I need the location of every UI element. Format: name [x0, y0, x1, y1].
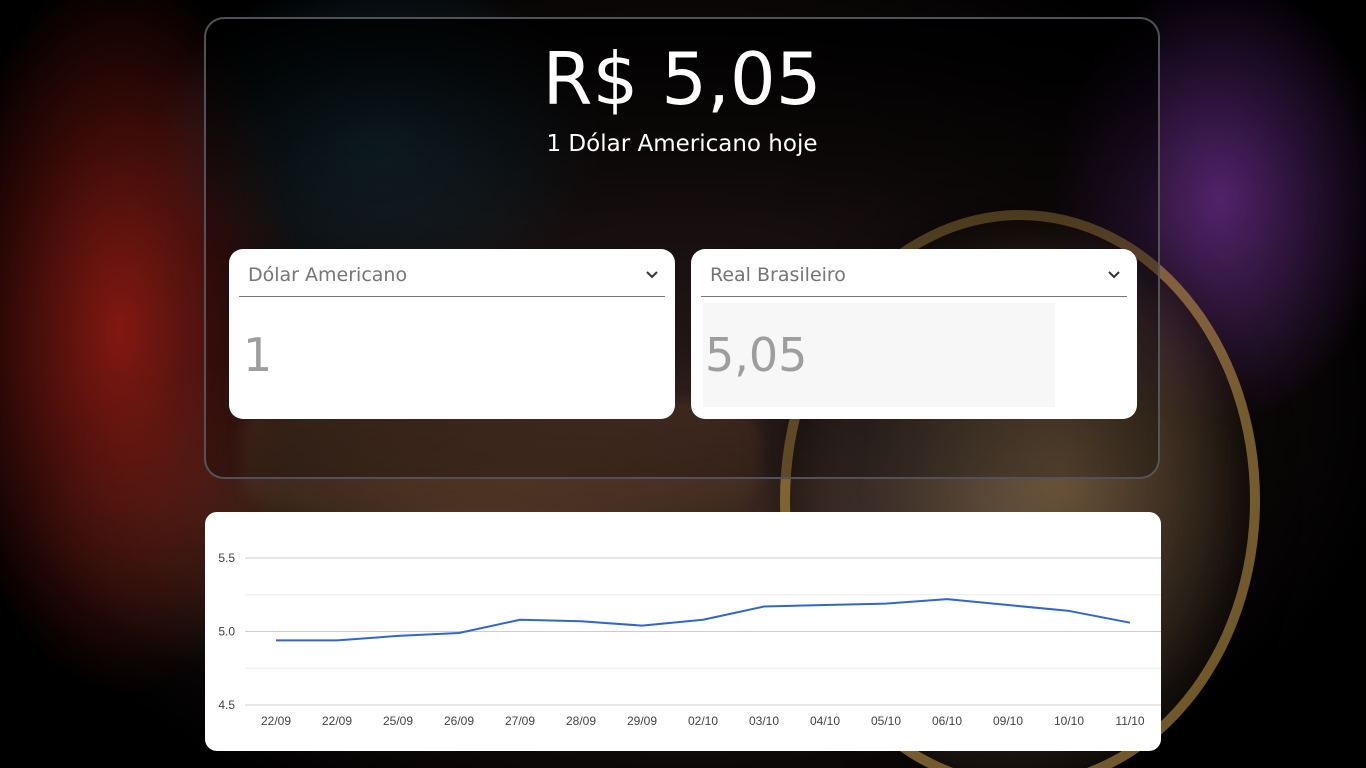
x-tick-label: 09/10 [993, 714, 1023, 728]
to-amount-output: 5,05 [703, 303, 1055, 407]
x-tick-label: 29/09 [627, 714, 657, 728]
x-tick-label: 22/09 [261, 714, 291, 728]
x-tick-label: 02/10 [688, 714, 718, 728]
converter-card: R$ 5,05 1 Dólar Americano hoje Dólar Ame… [204, 17, 1160, 479]
x-tick-label: 25/09 [383, 714, 413, 728]
y-tick-label: 5.5 [218, 551, 235, 565]
series-line [276, 598, 1131, 642]
exchange-rate-value: R$ 5,05 [542, 37, 822, 121]
x-tick-label: 03/10 [749, 714, 779, 728]
x-tick-label: 11/10 [1115, 714, 1144, 728]
line-chart: 4.5 5.0 5.5 22/09 22/09 25/09 26/09 27/09 28/09 2… [218, 551, 1161, 728]
to-currency-select[interactable]: Real Brasileiro [701, 255, 1127, 297]
x-tick-label: 06/10 [932, 714, 962, 728]
exchange-rate-description: 1 Dólar Americano hoje [546, 131, 818, 157]
chevron-down-icon [646, 271, 658, 279]
x-tick-label: 04/10 [810, 714, 840, 728]
from-currency-select[interactable]: Dólar Americano [239, 255, 665, 297]
x-tick-label: 26/09 [444, 714, 474, 728]
to-currency-label: Real Brasileiro [710, 264, 846, 286]
chevron-down-icon [1108, 271, 1120, 279]
y-tick-label: 4.5 [218, 698, 235, 712]
x-tick-label: 10/10 [1054, 714, 1084, 728]
x-tick-label: 28/09 [566, 714, 596, 728]
from-amount-input[interactable]: 1 [241, 303, 661, 407]
x-tick-label: 22/09 [322, 714, 352, 728]
x-tick-label: 27/09 [505, 714, 535, 728]
rate-history-chart: 4.5 5.0 5.5 22/09 22/09 25/09 26/09 27/09 28/09 2… [205, 512, 1161, 751]
from-currency-panel: Dólar Americano 1 [229, 249, 675, 419]
from-currency-label: Dólar Americano [248, 264, 408, 286]
y-tick-label: 5.0 [218, 625, 235, 639]
to-currency-panel: Real Brasileiro 5,05 [691, 249, 1137, 419]
x-tick-label: 05/10 [871, 714, 901, 728]
